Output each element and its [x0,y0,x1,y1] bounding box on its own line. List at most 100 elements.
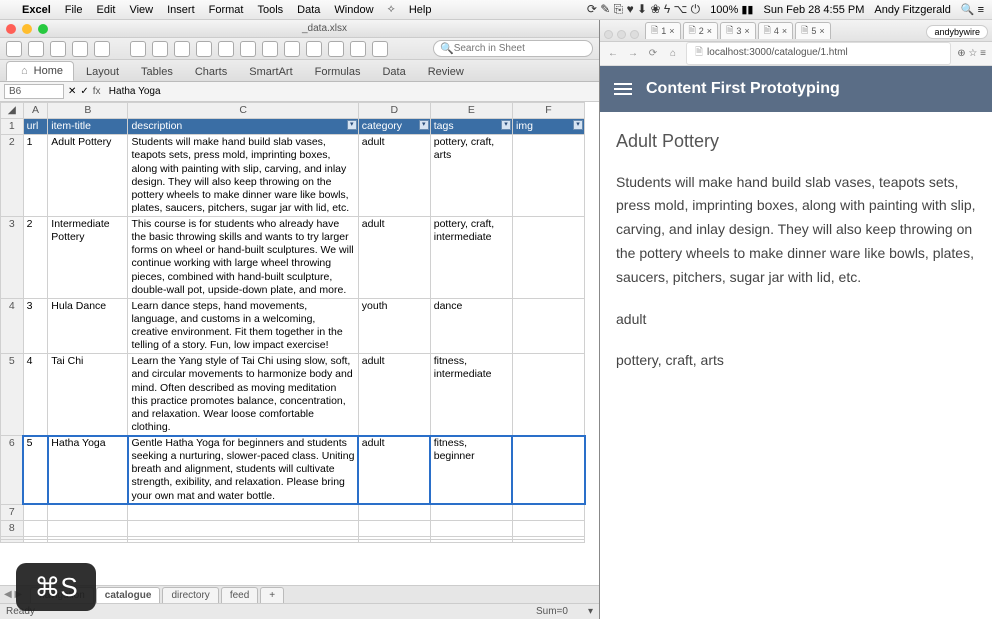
qat-paste[interactable] [174,41,190,57]
tab-layout[interactable]: Layout [76,63,129,81]
menu-window[interactable]: Window [334,4,373,16]
qat-button[interactable] [350,41,366,57]
cell[interactable]: Gentle Hatha Yoga for beginners and stud… [128,436,358,505]
cell-selected[interactable]: Hatha Yoga [48,436,128,505]
filter-arrow-icon[interactable]: ▾ [419,120,429,130]
hamburger-icon[interactable] [614,83,632,95]
view-controls[interactable]: ▾ [588,606,593,617]
qat-autosum[interactable] [262,41,278,57]
col-header-e[interactable]: E [430,103,512,119]
qat-button[interactable] [28,41,44,57]
cell[interactable]: youth [358,298,430,354]
row-header[interactable]: 1 [1,119,24,135]
reload-button[interactable]: ⟳ [646,48,660,59]
cell[interactable]: Learn the Yang style of Tai Chi using sl… [128,354,358,436]
header-url[interactable]: url [23,119,48,135]
cell[interactable]: adult [358,354,430,436]
table-row[interactable]: 6 5 Hatha Yoga Gentle Hatha Yoga for beg… [1,436,585,505]
table-row[interactable]: 8 [1,520,585,536]
filter-arrow-icon[interactable]: ▾ [501,120,511,130]
cell[interactable] [512,436,584,505]
qat-filter[interactable] [306,41,322,57]
filter-arrow-icon[interactable]: ▾ [347,120,357,130]
forward-button[interactable]: → [626,48,640,59]
window-controls[interactable] [6,24,48,34]
profile-button[interactable]: andybywire [926,25,988,39]
fullscreen-icon[interactable] [630,30,639,39]
row-header[interactable]: 6 [1,436,24,505]
cell[interactable]: 3 [23,298,48,354]
formula-input[interactable] [109,86,595,97]
fullscreen-icon[interactable] [38,24,48,34]
qat-button[interactable] [372,41,388,57]
cell[interactable]: Adult Pottery [48,135,128,217]
cell[interactable]: Learn dance steps, hand movements, langu… [128,298,358,354]
browser-tab[interactable]: 🗎2× [683,22,719,39]
home-button[interactable]: ⌂ [666,48,680,59]
col-header-c[interactable]: C [128,103,358,119]
row-header[interactable]: 2 [1,135,24,217]
url-input[interactable]: 🗎localhost:3000/catalogue/1.html [686,42,951,65]
cell[interactable] [512,217,584,299]
cell[interactable] [512,354,584,436]
row-header[interactable]: 8 [1,520,24,536]
table-row[interactable]: 4 3 Hula Dance Learn dance steps, hand m… [1,298,585,354]
menu-insert[interactable]: Insert [167,4,195,16]
qat-button[interactable] [50,41,66,57]
cell[interactable]: 5 [23,436,48,505]
menubar-status-icons[interactable]: ⟳ ✎ ⎘ ♥ ⬇ ❀ ϟ ⌥ ⏻ [587,2,700,17]
browser-tab[interactable]: 🗎1× [645,22,681,39]
cell[interactable]: adult [358,135,430,217]
header-item-title[interactable]: item-title [48,119,128,135]
qat-format-painter[interactable] [196,41,212,57]
col-header-d[interactable]: D [358,103,430,119]
sheet-add-button[interactable]: + [260,587,284,603]
tab-data[interactable]: Data [372,63,415,81]
row-header[interactable]: 5 [1,354,24,436]
close-icon[interactable] [604,30,613,39]
cell[interactable]: dance [430,298,512,354]
search-box[interactable]: 🔍 [433,40,593,57]
search-input[interactable] [454,43,586,54]
sheet-directory[interactable]: directory [162,587,218,603]
qat-undo[interactable] [218,41,234,57]
cell[interactable]: fitness, beginner [430,436,512,505]
cancel-icon[interactable]: ✕ [68,86,76,97]
qat-save[interactable] [72,41,88,57]
menu-view[interactable]: View [129,4,153,16]
col-header-b[interactable]: B [48,103,128,119]
cell[interactable]: adult [358,436,430,505]
tab-close-icon[interactable]: × [819,26,824,36]
cell[interactable]: Students will make hand build slab vases… [128,135,358,217]
tab-close-icon[interactable]: × [744,26,749,36]
col-header-f[interactable]: F [512,103,584,119]
header-category[interactable]: category▾ [358,119,430,135]
spreadsheet-grid[interactable]: ◢ A B C D E F 1 url item-title descripti… [0,102,585,543]
qat-print[interactable] [94,41,110,57]
menu-tools[interactable]: Tools [257,4,283,16]
row-header[interactable] [1,539,24,542]
tab-tables[interactable]: Tables [131,63,183,81]
row-header[interactable]: 3 [1,217,24,299]
menu-format[interactable]: Format [209,4,244,16]
cell[interactable]: 1 [23,135,48,217]
qat-button[interactable] [6,41,22,57]
cell[interactable]: This course is for students who already … [128,217,358,299]
sheet-catalogue[interactable]: catalogue [96,587,161,603]
addr-actions[interactable]: ⊕ ☆ ≡ [957,48,986,59]
browser-tab[interactable]: 🗎5× [795,22,831,39]
name-box[interactable]: B6 [4,84,64,99]
cell[interactable]: Tai Chi [48,354,128,436]
tab-formulas[interactable]: Formulas [305,63,371,81]
browser-tab[interactable]: 🗎4× [758,22,794,39]
menu-data[interactable]: Data [297,4,320,16]
cell[interactable]: 4 [23,354,48,436]
app-name[interactable]: Excel [22,4,51,16]
row-header[interactable]: 4 [1,298,24,354]
confirm-icon[interactable]: ✓ [80,86,88,97]
header-description[interactable]: description▾ [128,119,358,135]
table-row[interactable]: 5 4 Tai Chi Learn the Yang style of Tai … [1,354,585,436]
qat-cut[interactable] [130,41,146,57]
fx-icon[interactable]: fx [93,86,105,97]
col-header-a[interactable]: A [23,103,48,119]
